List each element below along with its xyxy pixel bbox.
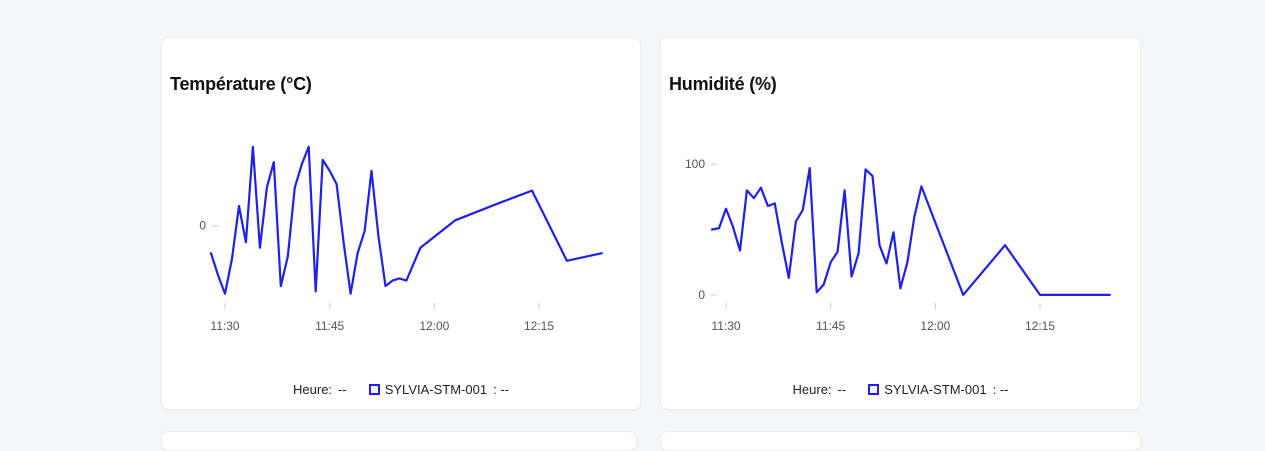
x-tick-label: 12:00 bbox=[920, 319, 950, 333]
y-tick-label: 0 bbox=[698, 288, 705, 302]
legend-series-colon: : bbox=[493, 382, 501, 397]
series-line bbox=[710, 167, 1111, 296]
x-tick-label: 11:30 bbox=[711, 319, 740, 333]
chart-card-partial bbox=[161, 431, 637, 451]
chart-legend: Heure: -- SYLVIA-STM-001 : -- bbox=[162, 382, 640, 397]
temperature-chart: 0 11:30 11:45 12:00 12:15 bbox=[199, 145, 603, 333]
y-tick-label: 0 bbox=[199, 219, 206, 233]
series-line bbox=[209, 145, 603, 295]
legend-series-value: -- bbox=[500, 382, 509, 397]
humidity-chart: 0 100 11:30 11:45 12:00 12:15 bbox=[685, 157, 1111, 333]
x-tick-label: 12:15 bbox=[1025, 319, 1055, 333]
x-tick-label: 12:15 bbox=[524, 319, 554, 333]
chart-card-partial bbox=[660, 431, 1141, 451]
legend-series-name[interactable]: SYLVIA-STM-001 bbox=[884, 382, 986, 397]
legend-x-label: Heure: bbox=[792, 382, 832, 397]
legend-x-label: Heure: bbox=[293, 382, 333, 397]
legend-x-value: -- bbox=[338, 382, 347, 397]
x-tick-label: 11:30 bbox=[210, 319, 239, 333]
legend-series-name[interactable]: SYLVIA-STM-001 bbox=[385, 382, 487, 397]
y-tick-label: 100 bbox=[685, 157, 705, 171]
x-tick-label: 12:00 bbox=[419, 319, 449, 333]
legend-swatch[interactable] bbox=[368, 384, 380, 395]
x-tick-label: 11:45 bbox=[816, 319, 845, 333]
chart-legend: Heure: -- SYLVIA-STM-001 : -- bbox=[661, 382, 1140, 397]
legend-series-colon: : bbox=[992, 382, 1000, 397]
legend-swatch[interactable] bbox=[868, 384, 880, 395]
legend-x-value: -- bbox=[837, 382, 847, 397]
x-tick-label: 11:45 bbox=[315, 319, 344, 333]
temperature-card: Température (°C) 0 11:30 11:45 12:00 12:15 H… bbox=[161, 37, 641, 410]
humidity-card: Humidité (%) 0 100 11:30 11:45 12:00 12:15 He… bbox=[660, 37, 1141, 410]
legend-series-value: -- bbox=[999, 382, 1009, 397]
